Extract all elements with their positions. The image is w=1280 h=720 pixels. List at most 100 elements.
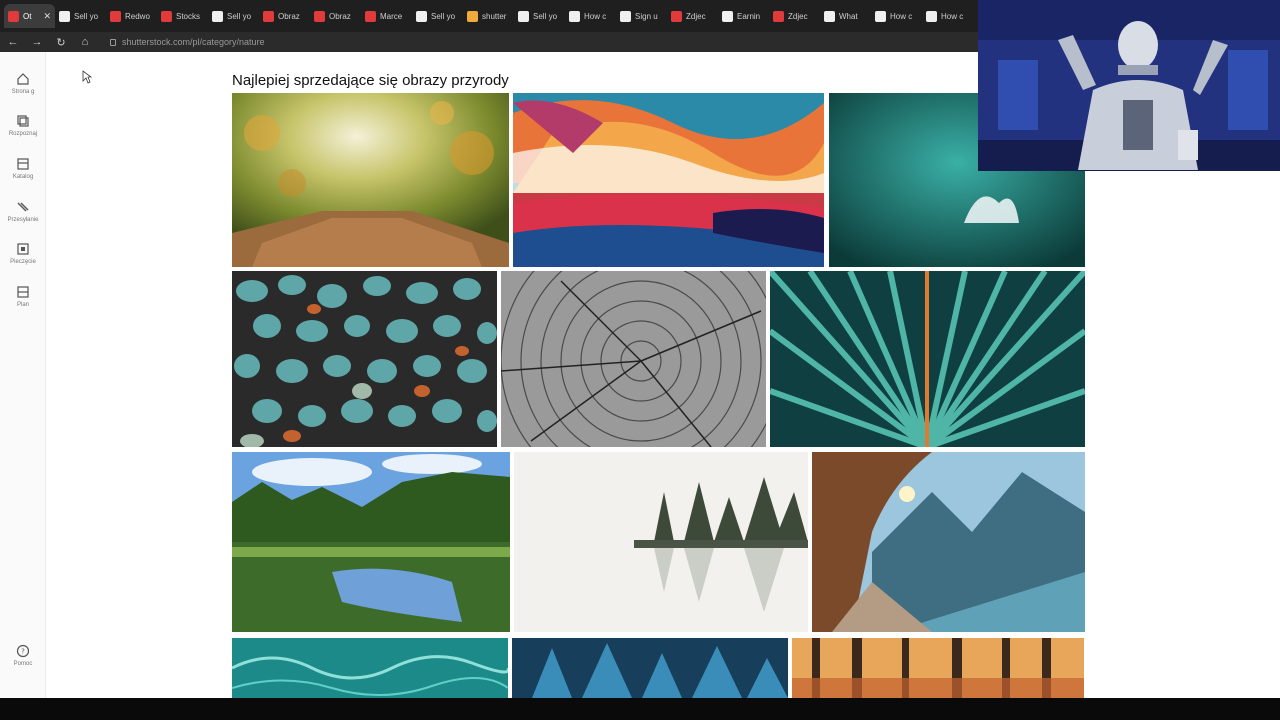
browser-tab[interactable]: Zdjec (667, 4, 718, 28)
upload-icon (17, 202, 29, 212)
browser-tab[interactable]: Stocks (157, 4, 208, 28)
tab-favicon-icon (671, 10, 682, 22)
image-tile-tree-rings[interactable] (501, 271, 766, 447)
taskbar-edge (0, 698, 1280, 720)
tab-label: Sell yo (533, 11, 558, 21)
home-icon (17, 73, 29, 85)
tab-favicon-icon (161, 10, 172, 22)
reload-icon[interactable]: ↻ (54, 36, 68, 49)
image-tile-palm-leaf[interactable] (770, 271, 1085, 447)
browser-tab[interactable]: shutter (463, 4, 514, 28)
tab-label: Obraz (278, 11, 300, 21)
tab-label: Sell yo (74, 11, 99, 21)
sidebar-item-label: Pomoc (13, 661, 33, 667)
sidebar-item-label: Plan (16, 302, 29, 308)
svg-text:?: ? (21, 648, 25, 656)
page-title: Najlepiej sprzedające się obrazy przyrod… (232, 72, 509, 89)
image-tile-orange-grove[interactable] (232, 93, 509, 267)
tab-favicon-icon (773, 10, 784, 22)
tab-label: Stocks (176, 11, 201, 21)
image-tile-autumn-forest[interactable] (792, 638, 1084, 698)
tab-label: How c (941, 11, 964, 21)
tab-favicon-icon (722, 10, 733, 22)
browser-tab[interactable]: How c (565, 4, 616, 28)
url-text: shutterstock.com/pl/category/nature (122, 37, 265, 47)
tab-favicon-icon (518, 10, 529, 22)
tab-label: What (839, 11, 858, 21)
sidebar: Strona g Rozpoznaj Katalog Przesyłanie P… (0, 52, 46, 698)
tab-close-icon[interactable]: ✕ (43, 11, 51, 22)
forward-icon[interactable]: → (30, 36, 44, 48)
browser-tab[interactable]: Sell yo (412, 4, 463, 28)
browser-tab[interactable]: Sell yo (208, 4, 259, 28)
sidebar-item-label: Przesyłanie (7, 217, 39, 223)
sidebar-item-plan[interactable]: Plan (0, 285, 46, 308)
sidebar-item-label: Katalog (12, 174, 34, 180)
browser-tab[interactable]: Sign u (616, 4, 667, 28)
image-tile-teal-water[interactable] (232, 638, 508, 698)
image-tile-forest-lake[interactable] (232, 452, 510, 632)
sidebar-item-help[interactable]: ? Pomoc (0, 644, 46, 667)
browser-tab[interactable]: Ot ✕ (4, 4, 55, 28)
image-tile-pebbles[interactable] (232, 271, 497, 447)
tab-favicon-icon (824, 10, 835, 22)
sidebar-item-label: Rozpoznaj (8, 131, 38, 137)
catalog-icon (17, 158, 29, 170)
tab-label: Obraz (329, 11, 351, 21)
image-tile-abstract-clouds[interactable] (513, 93, 824, 267)
tab-favicon-icon (263, 10, 274, 22)
browser-tab[interactable]: Sell yo (55, 4, 106, 28)
tab-label: Redwo (125, 11, 150, 21)
tab-label: Sell yo (227, 11, 252, 21)
tab-favicon-icon (8, 10, 19, 22)
browser-tab[interactable]: How c (922, 4, 973, 28)
tab-favicon-icon (875, 10, 886, 22)
browser-tab[interactable]: Marce (361, 4, 412, 28)
tab-label: Ot (23, 11, 32, 21)
layers-icon (17, 115, 29, 127)
tab-favicon-icon (416, 10, 427, 22)
tab-label: Zdjec (788, 11, 808, 21)
tab-favicon-icon (110, 10, 121, 22)
tab-label: Marce (380, 11, 403, 21)
help-icon: ? (16, 644, 30, 658)
tab-label: shutter (482, 11, 507, 21)
plan-icon (17, 286, 29, 298)
lock-icon (110, 38, 116, 46)
webcam-overlay (978, 0, 1280, 171)
tab-favicon-icon (926, 10, 937, 22)
image-tile-mountain-path[interactable] (812, 452, 1085, 632)
image-tile-succulent[interactable] (512, 638, 788, 698)
tab-favicon-icon (569, 10, 580, 22)
tab-favicon-icon (467, 10, 478, 22)
home-button-icon[interactable]: ⌂ (78, 36, 92, 48)
tab-label: How c (890, 11, 913, 21)
browser-tab[interactable]: How c (871, 4, 922, 28)
sidebar-item-rozpoznaj[interactable]: Rozpoznaj (0, 114, 46, 137)
address-bar[interactable]: shutterstock.com/pl/category/nature (110, 37, 265, 47)
image-tile-misty-island[interactable] (514, 452, 808, 632)
tab-label: Sign u (635, 11, 658, 21)
stamp-icon (17, 243, 29, 255)
browser-tab[interactable]: What (820, 4, 871, 28)
tab-favicon-icon (314, 10, 325, 22)
browser-tab[interactable]: Sell yo (514, 4, 565, 28)
sidebar-item-pieczecie[interactable]: Pieczęcie (0, 242, 46, 265)
tab-label: Earnin (737, 11, 761, 21)
sidebar-item-katalog[interactable]: Katalog (0, 157, 46, 180)
browser-tab[interactable]: Obraz (259, 4, 310, 28)
back-icon[interactable]: ← (6, 36, 20, 48)
tab-favicon-icon (212, 10, 223, 22)
browser-tab[interactable]: Obraz (310, 4, 361, 28)
tab-favicon-icon (59, 10, 70, 22)
sidebar-item-label: Pieczęcie (10, 259, 36, 265)
tab-label: Sell yo (431, 11, 456, 21)
browser-tab[interactable]: Redwo (106, 4, 157, 28)
sidebar-item-przesylanie[interactable]: Przesyłanie (0, 200, 46, 223)
browser-tab[interactable]: Zdjec (769, 4, 820, 28)
tab-label: How c (584, 11, 607, 21)
tab-favicon-icon (620, 10, 631, 22)
browser-tab[interactable]: Earnin (718, 4, 769, 28)
tab-favicon-icon (365, 10, 376, 22)
sidebar-item-home[interactable]: Strona g (0, 72, 46, 95)
